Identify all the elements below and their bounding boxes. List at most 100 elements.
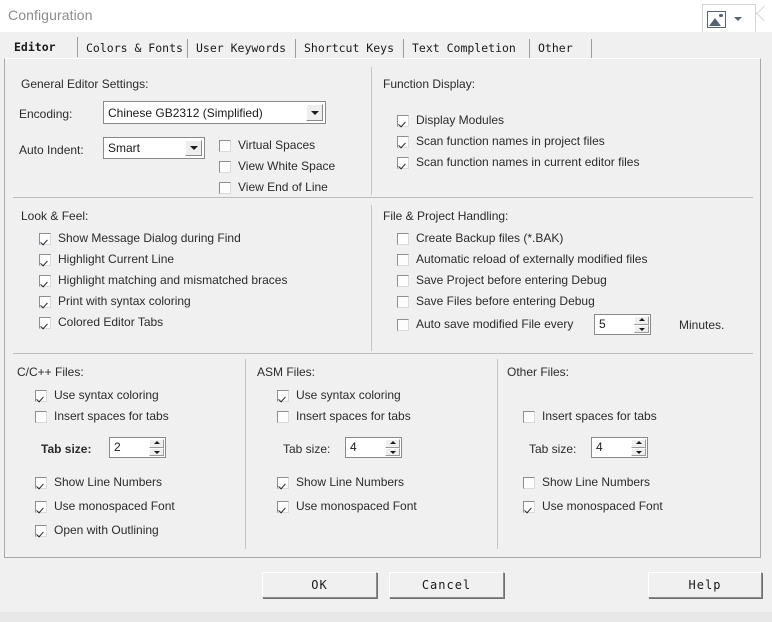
tab-text-completion[interactable]: Text Completion [404, 38, 530, 60]
chevron-down-icon[interactable] [734, 17, 742, 21]
checkbox-box[interactable] [35, 476, 47, 489]
checkbox-box[interactable] [397, 135, 409, 148]
checkbox-scan-project-files[interactable]: Scan function names in project files [397, 135, 605, 148]
checkbox-box[interactable] [35, 524, 47, 537]
tab-user-keywords-label: User Keywords [196, 41, 287, 55]
checkbox-box[interactable] [219, 181, 231, 194]
checkbox-asm-use-monospaced-font[interactable]: Use monospaced Font [277, 500, 417, 513]
checkbox-box[interactable] [39, 316, 51, 329]
cancel-button[interactable]: Cancel [389, 572, 504, 598]
checkbox-box[interactable] [35, 389, 47, 402]
checkbox-c-show-line-numbers[interactable]: Show Line Numbers [35, 476, 162, 489]
spinner-up-icon[interactable] [631, 439, 646, 448]
checkbox-box[interactable] [397, 318, 409, 331]
checkbox-scan-current-editor-files[interactable]: Scan function names in current editor fi… [397, 156, 639, 169]
asm-tab-size-label: Tab size: [283, 442, 331, 456]
checkbox-box[interactable] [39, 274, 51, 287]
checkbox-view-white-space[interactable]: View White Space [219, 160, 335, 173]
checkbox-highlight-braces[interactable]: Highlight matching and mismatched braces [39, 274, 287, 287]
checkbox-save-project-before-debug[interactable]: Save Project before entering Debug [397, 274, 607, 287]
checkbox-box[interactable] [39, 232, 51, 245]
checkbox-c-use-syntax-coloring[interactable]: Use syntax coloring [35, 389, 159, 402]
general-editor-settings-title: General Editor Settings: [21, 77, 149, 91]
checkbox-other-show-line-numbers[interactable]: Show Line Numbers [523, 476, 650, 489]
ok-button[interactable]: OK [262, 572, 377, 598]
checkbox-box[interactable] [35, 410, 47, 423]
tab-shortcut-keys[interactable]: Shortcut Keys [296, 38, 404, 60]
spinner-down-icon[interactable] [385, 447, 400, 456]
checkbox-asm-use-syntax-coloring[interactable]: Use syntax coloring [277, 389, 401, 402]
checkbox-box[interactable] [39, 295, 51, 308]
divider-vertical-col1 [245, 359, 246, 549]
checkbox-asm-show-line-numbers[interactable]: Show Line Numbers [277, 476, 404, 489]
checkbox-box[interactable] [397, 232, 409, 245]
checkbox-c-use-monospaced-font[interactable]: Use monospaced Font [35, 500, 175, 513]
spinner-down-icon[interactable] [631, 447, 646, 456]
checkbox-asm-insert-spaces-for-tabs[interactable]: Insert spaces for tabs [277, 410, 411, 423]
spinner-up-icon[interactable] [149, 439, 164, 448]
auto-indent-combobox[interactable]: Smart [103, 137, 205, 159]
spinner-buttons[interactable] [631, 439, 646, 456]
checkbox-c-insert-spaces-for-tabs[interactable]: Insert spaces for tabs [35, 410, 169, 423]
c-tab-size-value[interactable]: 2 [110, 438, 149, 457]
checkbox-label: Highlight Current Line [58, 252, 175, 266]
checkbox-other-insert-spaces-for-tabs[interactable]: Insert spaces for tabs [523, 410, 657, 423]
checkbox-box[interactable] [397, 295, 409, 308]
checkbox-box[interactable] [277, 476, 289, 489]
tab-editor[interactable]: Editor [6, 36, 78, 60]
checkbox-view-end-of-line[interactable]: View End of Line [219, 181, 328, 194]
checkbox-box[interactable] [397, 274, 409, 287]
asm-tab-size-spinner[interactable]: 4 [345, 437, 402, 458]
tab-user-keywords[interactable]: User Keywords [188, 38, 296, 60]
encoding-combobox[interactable]: Chinese GB2312 (Simplified) [103, 101, 326, 124]
tab-other[interactable]: Other [530, 38, 592, 60]
auto-save-minutes-spinner[interactable]: 5 [594, 314, 651, 335]
checkbox-auto-save-modified-file[interactable]: Auto save modified File every [397, 318, 573, 331]
checkbox-label: Use monospaced Font [296, 499, 417, 513]
divider-horizontal-1 [13, 197, 753, 198]
checkbox-box[interactable] [523, 476, 535, 489]
asm-tab-size-value[interactable]: 4 [346, 438, 385, 457]
auto-save-minutes-value[interactable]: 5 [595, 315, 634, 334]
checkbox-label: Display Modules [416, 113, 505, 127]
other-tab-size-spinner[interactable]: 4 [591, 437, 648, 458]
other-tab-size-value[interactable]: 4 [592, 438, 631, 457]
spinner-up-icon[interactable] [385, 439, 400, 448]
spinner-down-icon[interactable] [634, 324, 649, 333]
checkbox-box[interactable] [35, 500, 47, 513]
tab-colors-fonts[interactable]: Colors & Fonts [78, 38, 188, 60]
checkbox-create-backup-files[interactable]: Create Backup files (*.BAK) [397, 232, 563, 245]
checkbox-virtual-spaces[interactable]: Virtual Spaces [219, 139, 315, 152]
picture-icon[interactable] [707, 10, 726, 28]
checkbox-display-modules[interactable]: Display Modules [397, 114, 504, 127]
checkbox-box[interactable] [523, 410, 535, 423]
checkbox-other-use-monospaced-font[interactable]: Use monospaced Font [523, 500, 663, 513]
checkbox-box[interactable] [277, 389, 289, 402]
spinner-up-icon[interactable] [634, 316, 649, 325]
help-button[interactable]: Help [648, 572, 762, 598]
spinner-buttons[interactable] [385, 439, 400, 456]
checkbox-box[interactable] [397, 156, 409, 169]
c-tab-size-spinner[interactable]: 2 [109, 437, 166, 458]
checkbox-box[interactable] [219, 160, 231, 173]
checkbox-print-with-syntax-coloring[interactable]: Print with syntax coloring [39, 295, 191, 308]
checkbox-box[interactable] [397, 253, 409, 266]
spinner-buttons[interactable] [149, 439, 164, 456]
checkbox-show-message-dialog[interactable]: Show Message Dialog during Find [39, 232, 241, 245]
encoding-dropdown-arrow-icon[interactable] [306, 104, 323, 121]
capture-toolbar[interactable] [702, 4, 756, 34]
checkbox-automatic-reload[interactable]: Automatic reload of externally modified … [397, 253, 647, 266]
checkbox-box[interactable] [523, 500, 535, 513]
checkbox-box[interactable] [219, 139, 231, 152]
checkbox-c-open-with-outlining[interactable]: Open with Outlining [35, 524, 159, 537]
spinner-buttons[interactable] [634, 316, 649, 333]
checkbox-box[interactable] [277, 410, 289, 423]
checkbox-box[interactable] [277, 500, 289, 513]
spinner-down-icon[interactable] [149, 447, 164, 456]
checkbox-box[interactable] [39, 253, 51, 266]
checkbox-box[interactable] [397, 114, 409, 127]
checkbox-highlight-current-line[interactable]: Highlight Current Line [39, 253, 174, 266]
checkbox-save-files-before-debug[interactable]: Save Files before entering Debug [397, 295, 595, 308]
auto-indent-dropdown-arrow-icon[interactable] [185, 140, 202, 156]
checkbox-colored-editor-tabs[interactable]: Colored Editor Tabs [39, 316, 163, 329]
